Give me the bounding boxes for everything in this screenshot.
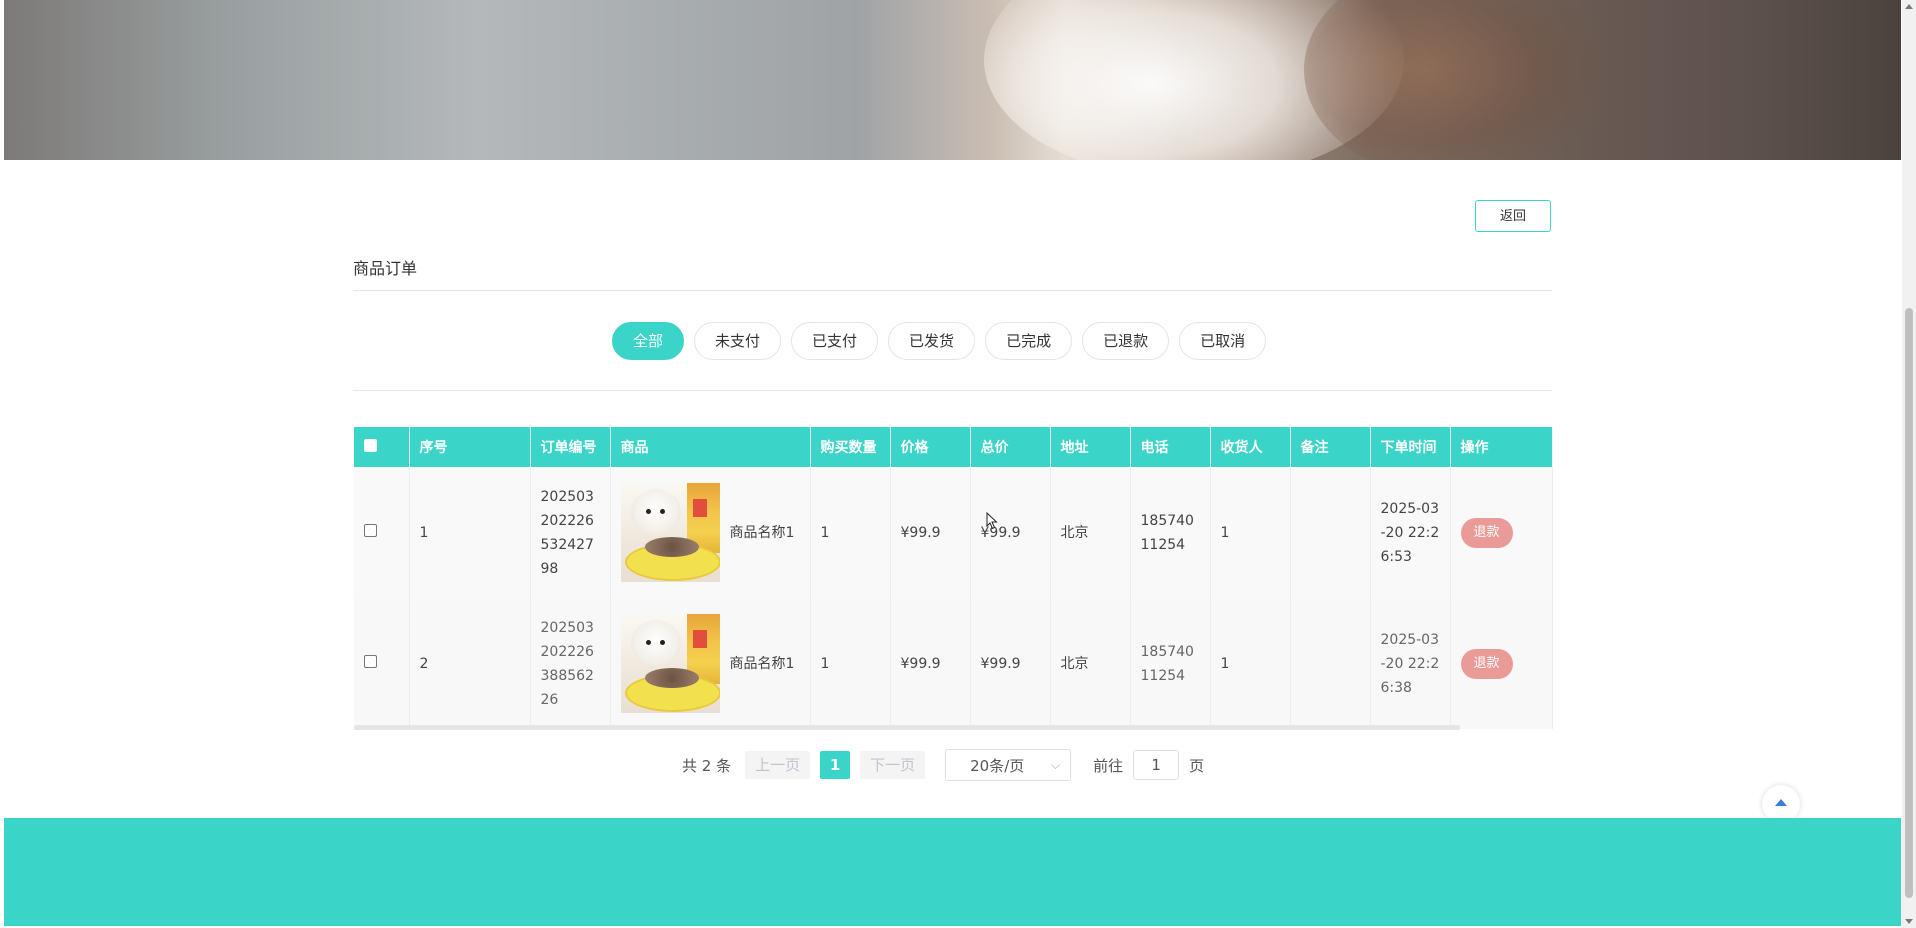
page-size-select[interactable]: 20条/页 ⌵ [945,749,1072,781]
note-cell [1290,598,1371,729]
product-cell: 商品名称1 [610,598,811,729]
column-header: 序号 [409,427,531,467]
tab-completed[interactable]: 已完成 [985,322,1073,360]
column-header: 商品 [610,427,811,467]
page-size-value: 20条/页 [970,756,1025,775]
divider [353,390,1552,391]
column-header: 电话 [1130,427,1211,467]
row-select-cell [354,467,410,598]
goto-page-input[interactable] [1133,750,1180,780]
phone-cell: 18574011254 [1130,598,1211,729]
select-all-checkbox[interactable] [364,438,377,452]
scroll-up-arrow-icon[interactable] [1905,4,1913,9]
product-cell: 商品名称1 [610,467,811,598]
price-cell: ¥99.9 [890,467,971,598]
page-number-current[interactable]: 1 [820,751,851,779]
refund-button[interactable]: 退款 [1460,517,1513,548]
page-vertical-scrollbar[interactable] [1902,0,1916,928]
select-all-cell [354,427,410,467]
price-cell: ¥99.9 [890,598,971,729]
column-header: 下单时间 [1370,427,1451,467]
caret-up-icon [1775,799,1787,806]
note-cell [1290,467,1371,598]
phone-cell: 18574011254 [1130,467,1211,598]
table-row: 1 20250320222653242798 商品名称1 1 ¥99.9 ¥99… [354,467,1553,598]
tab-shipped[interactable]: 已发货 [888,322,976,360]
refund-button[interactable]: 退款 [1460,648,1513,679]
tab-refunded[interactable]: 已退款 [1082,322,1170,360]
column-header: 备注 [1290,427,1371,467]
column-header: 价格 [890,427,971,467]
row-checkbox[interactable] [364,523,377,537]
order-time-cell: 2025-03-20 22:26:53 [1370,467,1451,598]
action-cell: 退款 [1450,467,1553,598]
column-header: 购买数量 [810,427,891,467]
column-header: 操作 [1450,427,1553,467]
address-cell: 北京 [1050,467,1131,598]
back-button[interactable]: 返回 [1475,200,1551,232]
banner-fur-shadow [1304,0,1604,160]
status-tabs: 全部 未支付 已支付 已发货 已完成 已退款 已取消 [612,322,1267,360]
table-header-row: 序号 订单编号 商品 购买数量 价格 总价 地址 电话 收货人 备注 下单时间 … [354,427,1553,467]
scroll-down-arrow-icon[interactable] [1905,919,1913,924]
quantity-cell: 1 [810,598,891,729]
prev-page-button[interactable]: 上一页 [745,751,811,779]
product-name: 商品名称1 [729,524,795,541]
next-page-button[interactable]: 下一页 [860,751,926,779]
tab-all[interactable]: 全部 [612,322,685,360]
page-title: 商品订单 [353,259,418,278]
row-select-cell [354,598,410,729]
row-checkbox[interactable] [364,654,377,668]
quantity-cell: 1 [810,467,891,598]
total-cell: ¥99.9 [970,467,1051,598]
action-cell: 退款 [1450,598,1553,729]
address-cell: 北京 [1050,598,1131,729]
order-no-cell: 20250320222638856226 [530,598,611,729]
total-count: 共 2 条 [682,756,732,775]
scrollbar-thumb[interactable] [1905,308,1913,898]
divider [353,290,1552,291]
column-header: 收货人 [1210,427,1291,467]
page-unit-label: 页 [1189,756,1205,775]
column-header: 总价 [970,427,1051,467]
chevron-down-icon: ⌵ [1051,757,1061,772]
tab-paid[interactable]: 已支付 [791,322,879,360]
orders-table: 序号 订单编号 商品 购买数量 价格 总价 地址 电话 收货人 备注 下单时间 … [354,427,1553,729]
tab-unpaid[interactable]: 未支付 [694,322,782,360]
pagination: 共 2 条 上一页 1 下一页 20条/页 ⌵ 前往 页 [682,749,1204,781]
index-cell: 1 [409,467,531,598]
receiver-cell: 1 [1210,467,1291,598]
index-cell: 2 [409,598,531,729]
order-no-cell: 20250320222653242798 [530,467,611,598]
goto-label: 前往 [1093,756,1124,775]
footer [4,818,1901,926]
order-time-cell: 2025-03-20 22:26:38 [1370,598,1451,729]
product-name: 商品名称1 [729,655,795,672]
table-horizontal-scrollbar[interactable] [354,725,1460,730]
table-row: 2 20250320222638856226 商品名称1 1 ¥99.9 ¥99… [354,598,1553,729]
tab-cancelled[interactable]: 已取消 [1179,322,1267,360]
product-image [620,614,720,713]
column-header: 地址 [1050,427,1131,467]
column-header: 订单编号 [530,427,611,467]
banner-image [4,0,1901,160]
total-cell: ¥99.9 [970,598,1051,729]
receiver-cell: 1 [1210,598,1291,729]
product-image [620,483,720,582]
